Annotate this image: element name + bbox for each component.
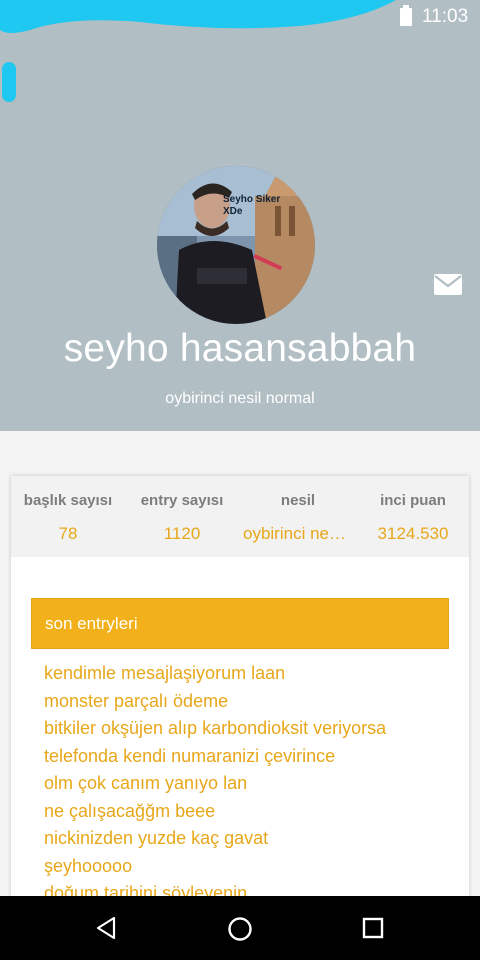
profile-card: başlık sayısı 78 entry sayısı 1120 nesil… bbox=[11, 476, 469, 916]
back-icon[interactable] bbox=[94, 916, 118, 940]
section-title: son entryleri bbox=[45, 614, 138, 633]
entry-link[interactable]: ne çalışacağğm beee bbox=[44, 798, 386, 826]
recents-icon[interactable] bbox=[362, 917, 384, 939]
stats-row: başlık sayısı 78 entry sayısı 1120 nesil… bbox=[11, 476, 469, 557]
scribble-overlay bbox=[0, 0, 396, 33]
stat-value: 3124.530 bbox=[377, 524, 449, 543]
entry-link[interactable]: kendimle mesajlaşiyorum laan bbox=[44, 660, 386, 688]
home-icon[interactable] bbox=[227, 916, 253, 942]
battery-icon bbox=[400, 5, 412, 26]
stat-value: 78 bbox=[58, 524, 78, 543]
stat-label: entry sayısı bbox=[140, 492, 224, 509]
entry-link[interactable]: telefonda kendi numaranizi çevirince bbox=[44, 743, 386, 771]
profile-header: Seyho Siker XDe seyho hasansabbah oybiri… bbox=[0, 34, 480, 431]
avatar[interactable]: Seyho Siker XDe bbox=[157, 166, 315, 324]
stat-value: 1120 bbox=[163, 524, 201, 543]
scribble-mark bbox=[2, 62, 16, 102]
entry-link[interactable]: monster parçalı ödeme bbox=[44, 688, 386, 716]
avatar-image bbox=[157, 166, 315, 324]
stat-generation[interactable]: nesil oybirinci nesi... bbox=[239, 476, 357, 557]
stat-label: inci puan bbox=[380, 492, 446, 509]
profile-name: seyho hasansabbah bbox=[63, 327, 417, 370]
entry-link[interactable]: şeyhooooo bbox=[44, 853, 386, 881]
recent-entries-list: kendimle mesajlaşiyorum laan monster par… bbox=[44, 660, 386, 908]
profile-rank: oybirinci nesil normal bbox=[165, 390, 315, 407]
stat-label: başlık sayısı bbox=[23, 492, 113, 509]
stat-entry-count[interactable]: entry sayısı 1120 bbox=[125, 476, 239, 557]
entry-link[interactable]: nickinizden yuzde kaç gavat bbox=[44, 825, 386, 853]
entry-link[interactable]: bitkiler okşüjen alıp karbondioksit veri… bbox=[44, 715, 386, 743]
stat-points[interactable]: inci puan 3124.530 bbox=[357, 476, 469, 557]
stat-label: nesil bbox=[280, 492, 316, 509]
stat-value: oybirinci nesi... bbox=[243, 524, 356, 543]
status-time: 11:03 bbox=[422, 6, 469, 27]
stat-topic-count[interactable]: başlık sayısı 78 bbox=[11, 476, 125, 557]
entry-link[interactable]: olm çok canım yanıyo lan bbox=[44, 770, 386, 798]
navigation-bar bbox=[0, 896, 480, 960]
avatar-caption: Seyho Siker XDe bbox=[223, 194, 281, 217]
recent-entries-header: son entryleri bbox=[31, 598, 449, 649]
mail-icon[interactable] bbox=[433, 272, 463, 298]
